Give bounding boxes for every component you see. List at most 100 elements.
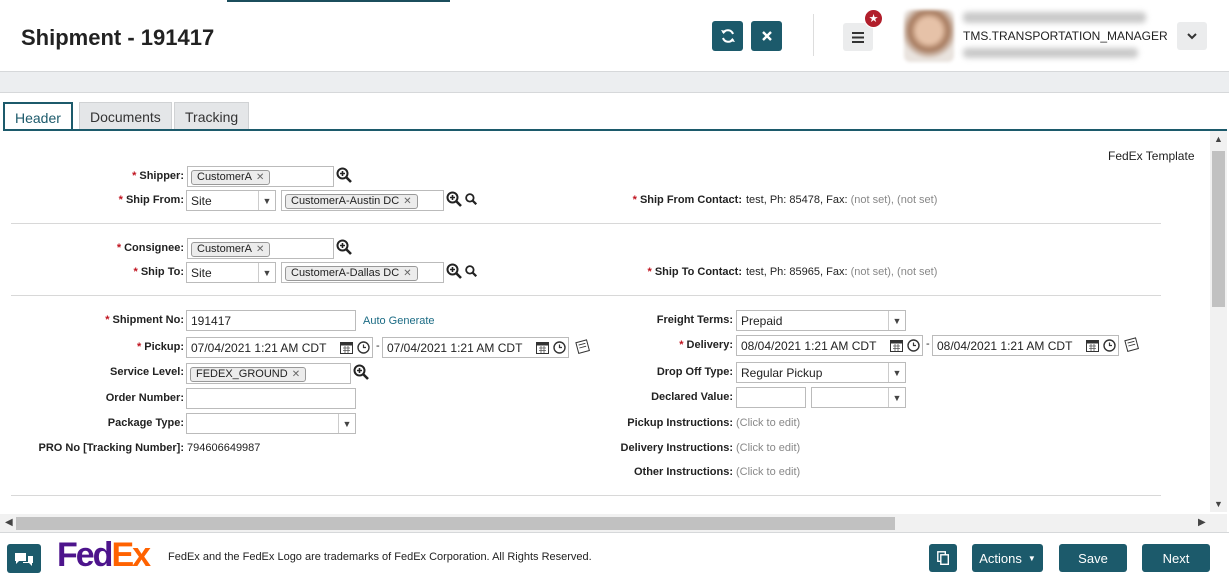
service-level-field[interactable]: FEDEX_GROUND ✕ [186,363,351,384]
logo-fed: Fed [57,536,113,574]
chevron-down-icon: ▼ [258,263,275,282]
search-plus-icon[interactable] [336,239,352,255]
ship-to-type-select[interactable]: Site ▼ [186,262,276,283]
chat-icon [15,552,33,566]
shipment-no-label-text: Shipment No: [112,314,185,326]
ship-to-field[interactable]: CustomerA-Dallas DC ✕ [281,262,444,283]
fax-not-set[interactable]: (not set), [851,266,894,278]
shipper-field[interactable]: CustomerA ✕ [187,166,334,187]
shipper-label-text: Shipper: [139,170,184,182]
shipment-no-input[interactable]: 191417 [186,310,356,331]
avatar[interactable] [904,10,954,62]
remove-chip-icon[interactable]: ✕ [292,369,300,380]
drop-off-type-select[interactable]: Regular Pickup ▼ [736,362,906,383]
shipment-panel: Header Documents Tracking FedEx Template… [0,92,1229,533]
pickup-instructions-label: Pickup Instructions: [627,417,733,429]
actions-button[interactable]: Actions ▼ [972,544,1043,572]
user-menu-button[interactable] [1177,22,1207,50]
date-separator: - [376,340,380,352]
remove-chip-icon[interactable]: ✕ [256,172,264,183]
copy-button[interactable] [929,544,957,572]
chevron-down-icon: ▼ [258,191,275,210]
other-instructions-label: Other Instructions: [633,466,733,478]
scroll-down-icon[interactable]: ▼ [1214,499,1223,509]
freight-terms-select[interactable]: Prepaid ▼ [736,310,906,331]
email-not-set[interactable]: (not set) [897,266,937,278]
user-role: TMS.TRANSPORTATION_MANAGER [963,29,1168,43]
tab-documents[interactable]: Documents [79,102,172,130]
tab-tracking[interactable]: Tracking [174,102,250,130]
contact-text: test, Ph: 85965, Fax: [746,266,848,278]
remove-chip-icon[interactable]: ✕ [256,244,264,255]
pickup-from-value: 07/04/2021 1:21 AM CDT [191,341,327,355]
consignee-field[interactable]: CustomerA ✕ [187,238,334,259]
clock-icon[interactable] [553,341,566,354]
chat-button[interactable] [7,544,41,573]
clock-icon[interactable] [357,341,370,354]
ship-from-field[interactable]: CustomerA-Austin DC ✕ [281,190,444,211]
scroll-right-icon[interactable]: ▶ [1198,517,1206,528]
chevron-down-icon: ▼ [888,311,905,330]
next-label: Next [1162,550,1190,566]
search-plus-icon[interactable] [446,191,462,207]
consignee-chip-text: CustomerA [197,243,253,255]
star-icon: ★ [868,13,879,25]
pro-no-value: 794606649987 [187,442,261,454]
header-divider [813,14,814,56]
logo-ex: Ex [111,536,151,574]
consignee-label: * Consignee: [116,242,184,254]
shipper-chip: CustomerA ✕ [191,170,271,185]
ship-from-type-value: Site [191,194,212,208]
calendar-icon[interactable] [536,341,549,354]
calendar-icon[interactable] [1086,339,1099,352]
schedule-icon[interactable] [1124,336,1140,352]
clock-icon[interactable] [907,339,920,352]
tab-label: Documents [90,108,161,125]
page-title: Shipment - 191417 [21,25,215,50]
scroll-left-icon[interactable]: ◀ [5,517,13,528]
ship-from-type-select[interactable]: Site ▼ [186,190,276,211]
date-separator: - [926,338,930,350]
ship-to-label: * Ship To: [133,266,184,278]
search-plus-icon[interactable] [336,167,352,183]
calendar-icon[interactable] [340,341,353,354]
declared-value-input[interactable] [736,387,806,408]
top-bar: Shipment - 191417 ★ TMS.TRANSPORTATION_M… [0,0,1229,72]
email-not-set[interactable]: (not set) [897,194,937,206]
horizontal-scrollbar[interactable]: ◀ ▶ [0,514,1227,533]
vertical-scrollbar[interactable]: ▲ ▼ [1210,131,1227,512]
main-menu-button[interactable] [843,23,873,51]
pro-no-label: PRO No [Tracking Number]: [38,442,184,454]
remove-chip-icon[interactable]: ✕ [403,268,411,279]
fax-not-set[interactable]: (not set), [851,194,894,206]
scroll-thumb[interactable] [1212,151,1225,307]
favorites-badge[interactable]: ★ [864,9,883,28]
auto-generate-link[interactable]: Auto Generate [363,315,435,327]
search-plus-icon[interactable] [353,364,369,380]
next-button[interactable]: Next [1142,544,1210,572]
close-button[interactable] [751,21,782,51]
package-type-select[interactable]: ▼ [186,413,356,434]
scroll-up-icon[interactable]: ▲ [1214,134,1223,144]
calendar-icon[interactable] [890,339,903,352]
search-icon[interactable] [465,193,477,205]
order-number-input[interactable] [186,388,356,409]
tab-header[interactable]: Header [3,102,73,131]
delivery-instructions-edit[interactable]: (Click to edit) [736,442,800,454]
other-instructions-edit[interactable]: (Click to edit) [736,466,800,478]
freight-terms-value: Prepaid [741,314,783,328]
clock-icon[interactable] [1103,339,1116,352]
schedule-icon[interactable] [575,338,591,354]
save-button[interactable]: Save [1059,544,1127,572]
form-content: FedEx Template * Shipper: CustomerA ✕ * Shi… [0,131,1210,512]
refresh-button[interactable] [712,21,743,51]
scroll-thumb[interactable] [16,517,895,530]
search-icon[interactable] [465,265,477,277]
actions-label: Actions [979,550,1022,566]
ship-from-contact-value: test, Ph: 85478, Fax: (not set), (not se… [746,194,937,206]
remove-chip-icon[interactable]: ✕ [403,196,411,207]
pickup-instructions-edit[interactable]: (Click to edit) [736,417,800,429]
delivery-instructions-label: Delivery Instructions: [620,442,733,454]
search-plus-icon[interactable] [446,263,462,279]
declared-currency-select[interactable]: ▼ [811,387,906,408]
